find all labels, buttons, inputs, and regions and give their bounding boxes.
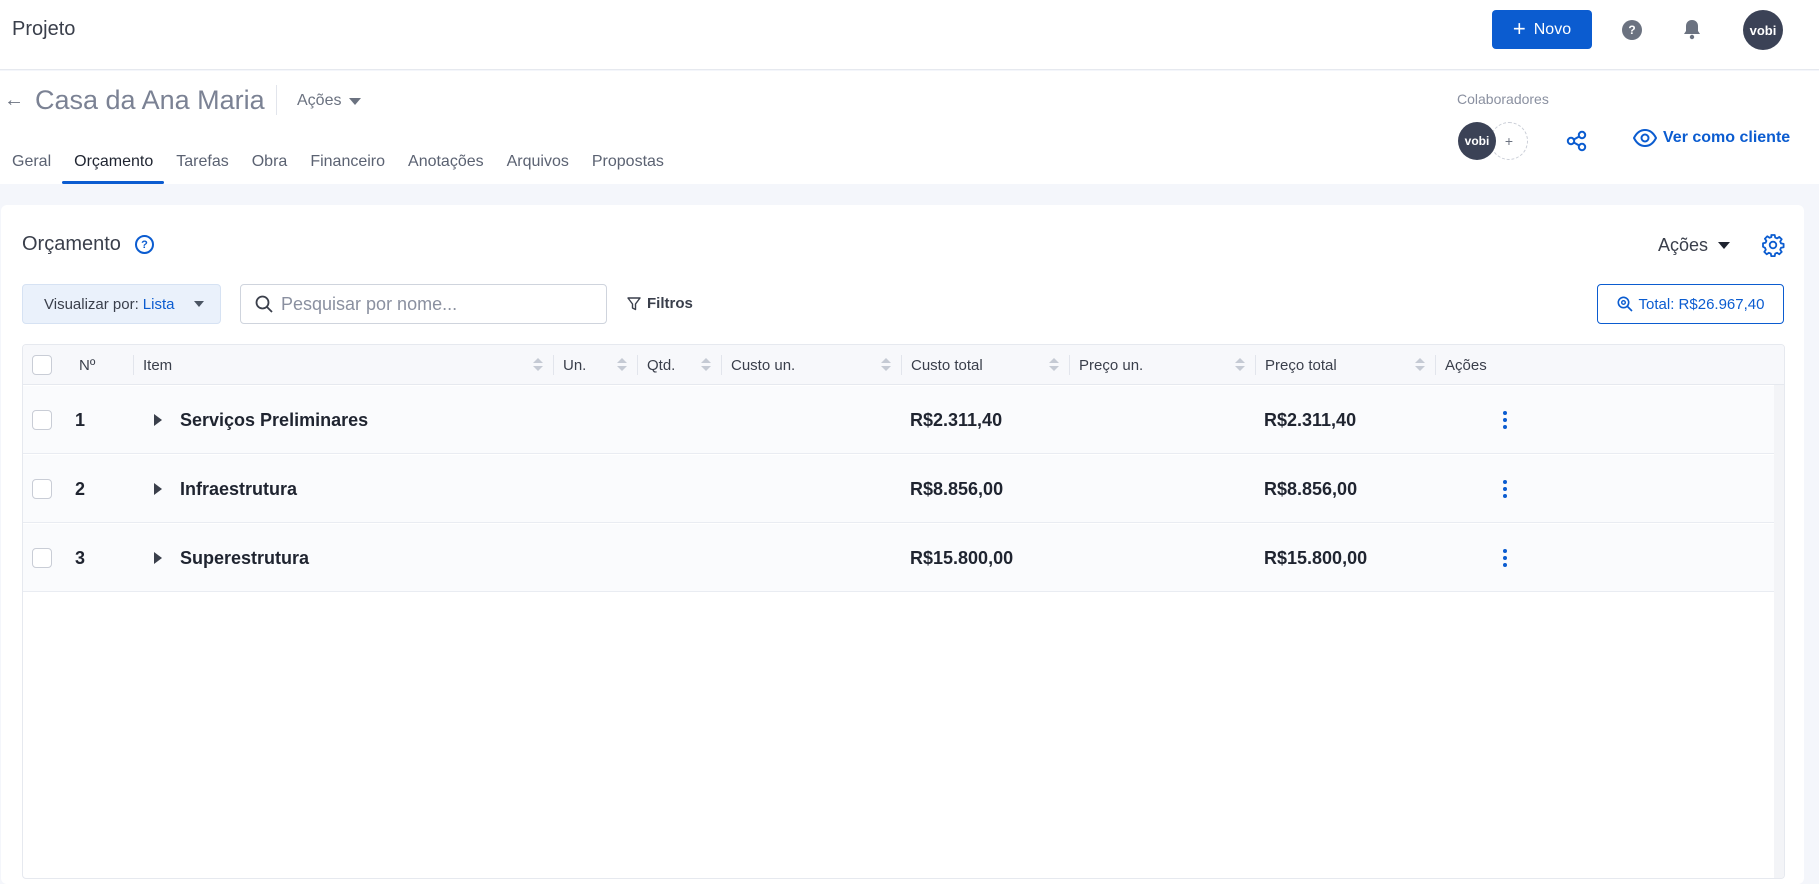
tab-orcamento[interactable]: Orçamento: [62, 140, 165, 184]
select-all-checkbox[interactable]: [32, 355, 52, 375]
budget-card: Orçamento ? Ações Visualizar por: Lista …: [1, 205, 1804, 884]
row-select-cell: [32, 386, 52, 454]
table-row[interactable]: 1 Serviços Preliminares R$2.311,40 R$2.3…: [23, 386, 1774, 454]
row-item-name: Superestrutura: [180, 547, 310, 568]
expand-caret-icon[interactable]: [154, 524, 162, 592]
tab-obra[interactable]: Obra: [240, 140, 299, 184]
row-checkbox[interactable]: [32, 479, 52, 499]
total-button[interactable]: Total: R$26.967,40: [1597, 284, 1784, 324]
tab-financeiro[interactable]: Financeiro: [298, 140, 396, 184]
sort-icon[interactable]: [1235, 358, 1245, 372]
collaborators-label: Colaboradores: [1457, 91, 1549, 107]
divider: [276, 85, 277, 115]
column-header-total-price[interactable]: Preço total: [1255, 345, 1435, 385]
row-total-cost: R$2.311,40: [910, 409, 1003, 430]
expand-caret-icon[interactable]: [154, 386, 162, 454]
table-row[interactable]: 3 Superestrutura R$15.800,00 R$15.800,00: [23, 524, 1774, 592]
question-circle-icon[interactable]: ?: [1622, 20, 1642, 40]
filters-button[interactable]: Filtros: [627, 295, 693, 312]
row-select-cell: [32, 455, 52, 523]
row-total-cost: R$8.856,00: [910, 478, 1004, 499]
caret-down-icon: [194, 301, 205, 307]
budget-title-text: Orçamento: [22, 233, 121, 255]
column-header-item[interactable]: Item: [133, 345, 553, 385]
user-avatar[interactable]: vobi: [1743, 10, 1783, 50]
sort-icon[interactable]: [1049, 358, 1059, 372]
tab-arquivos[interactable]: Arquivos: [495, 140, 580, 184]
tab-anotacoes[interactable]: Anotações: [396, 140, 495, 184]
table-scrollbar[interactable]: [1774, 385, 1784, 878]
sort-icon[interactable]: [701, 358, 711, 372]
budget-table: Nº Item Un. Qtd. Custo un. Custo total P…: [22, 344, 1785, 879]
row-checkbox[interactable]: [32, 410, 52, 430]
filter-icon: [627, 296, 641, 310]
bell-icon[interactable]: [1682, 18, 1702, 40]
view-as-client-label: Ver como cliente: [1663, 129, 1791, 146]
row-select-cell: [32, 524, 52, 592]
view-by-value: Lista: [142, 295, 175, 313]
more-vertical-icon[interactable]: [1503, 455, 1507, 523]
eye-icon: [1633, 129, 1657, 147]
search-icon: [255, 295, 273, 313]
row-total-price: R$2.311,40: [1264, 409, 1357, 430]
project-actions-label: Ações: [297, 92, 342, 109]
arrow-left-icon[interactable]: ←: [4, 89, 24, 112]
column-header-qty[interactable]: Qtd.: [637, 345, 721, 385]
new-button[interactable]: + Novo: [1492, 10, 1592, 49]
budget-actions-dropdown[interactable]: Ações: [1658, 235, 1731, 256]
top-bar: Projeto + Novo ? vobi: [0, 0, 1819, 70]
row-total-price: R$15.800,00: [1264, 547, 1368, 568]
project-actions-dropdown[interactable]: Ações: [297, 92, 362, 110]
column-header-actions: Ações: [1435, 345, 1535, 385]
search-box: [240, 284, 607, 324]
column-header-unit[interactable]: Un.: [553, 345, 637, 385]
table-header: Nº Item Un. Qtd. Custo un. Custo total P…: [23, 345, 1784, 385]
caret-down-icon: [1718, 242, 1731, 249]
tab-geral[interactable]: Geral: [0, 140, 62, 184]
more-vertical-icon[interactable]: [1503, 524, 1507, 592]
sort-icon[interactable]: [881, 358, 891, 372]
row-checkbox[interactable]: [32, 548, 52, 568]
caret-down-icon: [349, 97, 362, 105]
more-vertical-icon[interactable]: [1503, 386, 1507, 454]
row-number: 1: [75, 409, 86, 430]
new-button-label: Novo: [1533, 20, 1572, 38]
table-row[interactable]: 2 Infraestrutura R$8.856,00 R$8.856,00: [23, 455, 1774, 523]
expand-caret-icon[interactable]: [154, 455, 162, 523]
column-header-total-cost[interactable]: Custo total: [901, 345, 1069, 385]
filters-label: Filtros: [647, 295, 693, 312]
project-tabs: Geral Orçamento Tarefas Obra Financeiro …: [0, 140, 675, 184]
row-item-name: Infraestrutura: [180, 478, 298, 499]
sort-icon[interactable]: [617, 358, 627, 372]
collaborator-avatar[interactable]: vobi: [1458, 122, 1496, 160]
view-by-dropdown[interactable]: Visualizar por: Lista: [22, 284, 221, 324]
row-number: 3: [75, 547, 86, 568]
app-title: Projeto: [12, 18, 76, 40]
row-item-name: Serviços Preliminares: [180, 409, 369, 430]
view-by-label: Visualizar por:: [44, 295, 139, 313]
zoom-search-icon: [1617, 296, 1633, 312]
column-header-unit-cost[interactable]: Custo un.: [721, 345, 901, 385]
budget-title: Orçamento ?: [22, 233, 154, 256]
search-input[interactable]: [281, 293, 581, 315]
total-label: Total: R$26.967,40: [1638, 295, 1765, 313]
share-icon[interactable]: [1566, 130, 1588, 152]
plus-icon: +: [1512, 15, 1526, 41]
row-total-price: R$8.856,00: [1264, 478, 1358, 499]
column-header-num[interactable]: Nº: [69, 345, 133, 385]
row-number: 2: [75, 478, 86, 499]
question-circle-icon[interactable]: ?: [134, 235, 154, 254]
project-header: ← Casa da Ana Maria Ações Colaboradores …: [0, 71, 1819, 184]
gear-icon[interactable]: [1761, 233, 1785, 257]
budget-actions-label: Ações: [1658, 235, 1709, 255]
sort-icon[interactable]: [1415, 358, 1425, 372]
tab-propostas[interactable]: Propostas: [580, 140, 675, 184]
select-all-cell: [32, 345, 62, 385]
tab-tarefas[interactable]: Tarefas: [164, 140, 239, 184]
row-total-cost: R$15.800,00: [910, 547, 1014, 568]
view-as-client-button[interactable]: Ver como cliente: [1633, 129, 1790, 147]
sort-icon[interactable]: [533, 358, 543, 372]
project-name: Casa da Ana Maria: [35, 85, 265, 115]
column-header-unit-price[interactable]: Preço un.: [1069, 345, 1255, 385]
